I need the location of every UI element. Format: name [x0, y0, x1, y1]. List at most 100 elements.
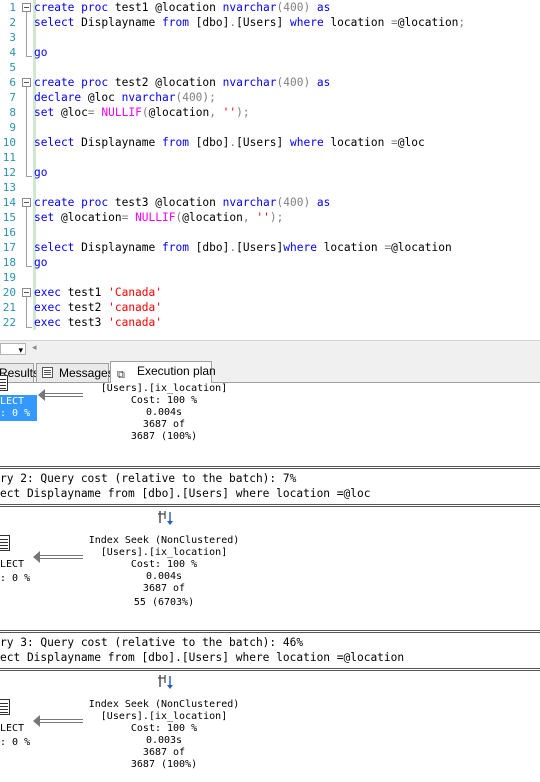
scroll-left-icon[interactable]: ◂: [32, 343, 37, 353]
code-token: @location: [391, 241, 452, 254]
select-operator-selected[interactable]: LECT : 0 %: [0, 395, 37, 421]
zoom-dropdown[interactable]: ▾: [0, 343, 26, 355]
code-line[interactable]: create proc test3 @location nvarchar(400…: [34, 195, 330, 210]
line-number: 10: [2, 136, 16, 149]
code-token: declare: [34, 91, 82, 104]
code-token: (400): [276, 196, 317, 209]
code-line[interactable]: go: [34, 255, 47, 270]
code-token: (: [141, 106, 149, 119]
code-token: @loc: [81, 91, 122, 104]
outline-margin: [22, 0, 32, 336]
code-token: nvarchar: [121, 91, 176, 104]
code-token: from: [161, 136, 189, 149]
code-line[interactable]: go: [34, 45, 47, 60]
code-token: @loc: [397, 136, 425, 149]
code-line[interactable]: exec test3 'canada': [34, 315, 162, 330]
line-number: 6: [9, 76, 16, 89]
code-line[interactable]: go: [34, 165, 47, 180]
code-token: );: [269, 211, 284, 224]
code-token: '': [256, 211, 270, 224]
line-number: 20: [2, 286, 16, 299]
code-token: where: [290, 16, 324, 29]
code-line[interactable]: create proc test2 @location nvarchar(400…: [34, 75, 330, 90]
code-line[interactable]: exec test2 'canada': [34, 300, 162, 315]
code-line[interactable]: set @loc= NULLIF(@location, '');: [34, 105, 250, 120]
code-token: (400): [276, 76, 317, 89]
execution-plan-icon: ⧉: [117, 368, 125, 381]
tab-execution-plan[interactable]: ⧉ Execution plan: [110, 361, 216, 383]
select-operator-icon[interactable]: [0, 535, 10, 551]
tab-execution-plan-label: Execution plan: [137, 364, 216, 378]
query-separator: [0, 630, 540, 633]
code-token: location: [316, 241, 385, 254]
data-flow-arrow: [33, 715, 83, 727]
index-seek-icon[interactable]: [157, 673, 175, 691]
execution-plan-pane[interactable]: LECT : 0 % [Users].[ix_location] Cost: 1…: [0, 375, 540, 782]
line-number: 9: [9, 121, 16, 134]
code-token: ,: [242, 211, 257, 224]
tab-messages-label: Messages: [59, 366, 114, 380]
collapse-toggle-icon[interactable]: [22, 198, 31, 207]
line-number: 8: [9, 106, 16, 119]
code-token: go: [34, 46, 48, 59]
code-token: exec: [34, 316, 61, 329]
code-token: create proc: [34, 76, 109, 89]
code-line[interactable]: create proc test1 @location nvarchar(400…: [34, 0, 330, 15]
select-operator-cost: : 0 %: [0, 408, 31, 419]
code-token: ;: [458, 16, 466, 29]
select-operator-cost: : 0 %: [0, 737, 31, 748]
data-flow-arrow: [38, 389, 83, 401]
index-seek-icon[interactable]: [157, 509, 175, 527]
query-separator: [0, 466, 540, 469]
code-token: (400);: [175, 91, 216, 104]
code-line[interactable]: declare @loc nvarchar(400);: [34, 90, 216, 105]
code-token: as: [316, 76, 331, 89]
code-token: @location: [54, 211, 122, 224]
code-token: test1: [60, 286, 109, 299]
query-separator: [0, 668, 540, 671]
code-token: test2: [60, 301, 109, 314]
index-seek-cost: Cost: 100 %: [130, 723, 198, 734]
index-seek-time: 0.003s: [145, 735, 183, 746]
select-operator-icon[interactable]: [0, 375, 8, 391]
line-number: 15: [2, 211, 16, 224]
index-seek-rows: 3687 of: [142, 419, 186, 430]
code-token: nvarchar: [222, 76, 277, 89]
code-token: test3: [60, 316, 109, 329]
sql-editor[interactable]: 1 2 3 4 5 6 7 8 9 10 11 12 13 14 15 16 17 18 19 20 21 22 crea…: [0, 0, 540, 336]
code-token: Displayname: [74, 16, 162, 29]
tab-messages[interactable]: Messages: [36, 363, 114, 382]
index-seek-cost: Cost: 100 %: [130, 559, 198, 570]
code-token: NULLIF: [101, 106, 142, 119]
code-token: @location: [397, 16, 459, 29]
code-token: set: [34, 106, 55, 119]
code-token: test2 @location: [108, 76, 223, 89]
code-token: 'canada': [108, 301, 162, 314]
line-number: 5: [9, 61, 16, 74]
select-operator-label: LECT: [0, 559, 25, 570]
collapse-toggle-icon[interactable]: [22, 288, 31, 297]
code-token: [Users]: [236, 241, 284, 254]
code-line[interactable]: select Displayname from [dbo].[Users]whe…: [34, 240, 452, 255]
results-tab-strip: Results Messages ⧉ Execution plan: [0, 358, 540, 383]
code-line[interactable]: set @location= NULLIF(@location, '');: [34, 210, 283, 225]
line-number: 17: [2, 241, 16, 254]
code-token: create proc: [34, 196, 109, 209]
line-number: 11: [2, 151, 16, 164]
code-line[interactable]: select Displayname from [dbo].[Users] wh…: [34, 15, 465, 30]
query-3-header: ry 3: Query cost (relative to the batch)…: [0, 636, 304, 649]
code-line[interactable]: exec test1 'Canada': [34, 285, 162, 300]
code-token: [dbo]: [188, 136, 230, 149]
code-token: location: [323, 136, 392, 149]
code-token: Displayname: [74, 241, 162, 254]
code-token: select: [34, 241, 75, 254]
editor-horizontal-scrollbar[interactable]: ▾ ◂: [0, 340, 540, 359]
code-token: 'Canada': [108, 286, 162, 299]
index-seek-time: 0.004s: [145, 407, 183, 418]
code-line[interactable]: select Displayname from [dbo].[Users] wh…: [34, 135, 425, 150]
select-operator-icon[interactable]: [0, 699, 10, 715]
collapse-toggle-icon[interactable]: [22, 3, 31, 12]
line-number: 3: [9, 31, 16, 44]
code-token: test1 @location: [108, 1, 223, 14]
collapse-toggle-icon[interactable]: [22, 78, 31, 87]
